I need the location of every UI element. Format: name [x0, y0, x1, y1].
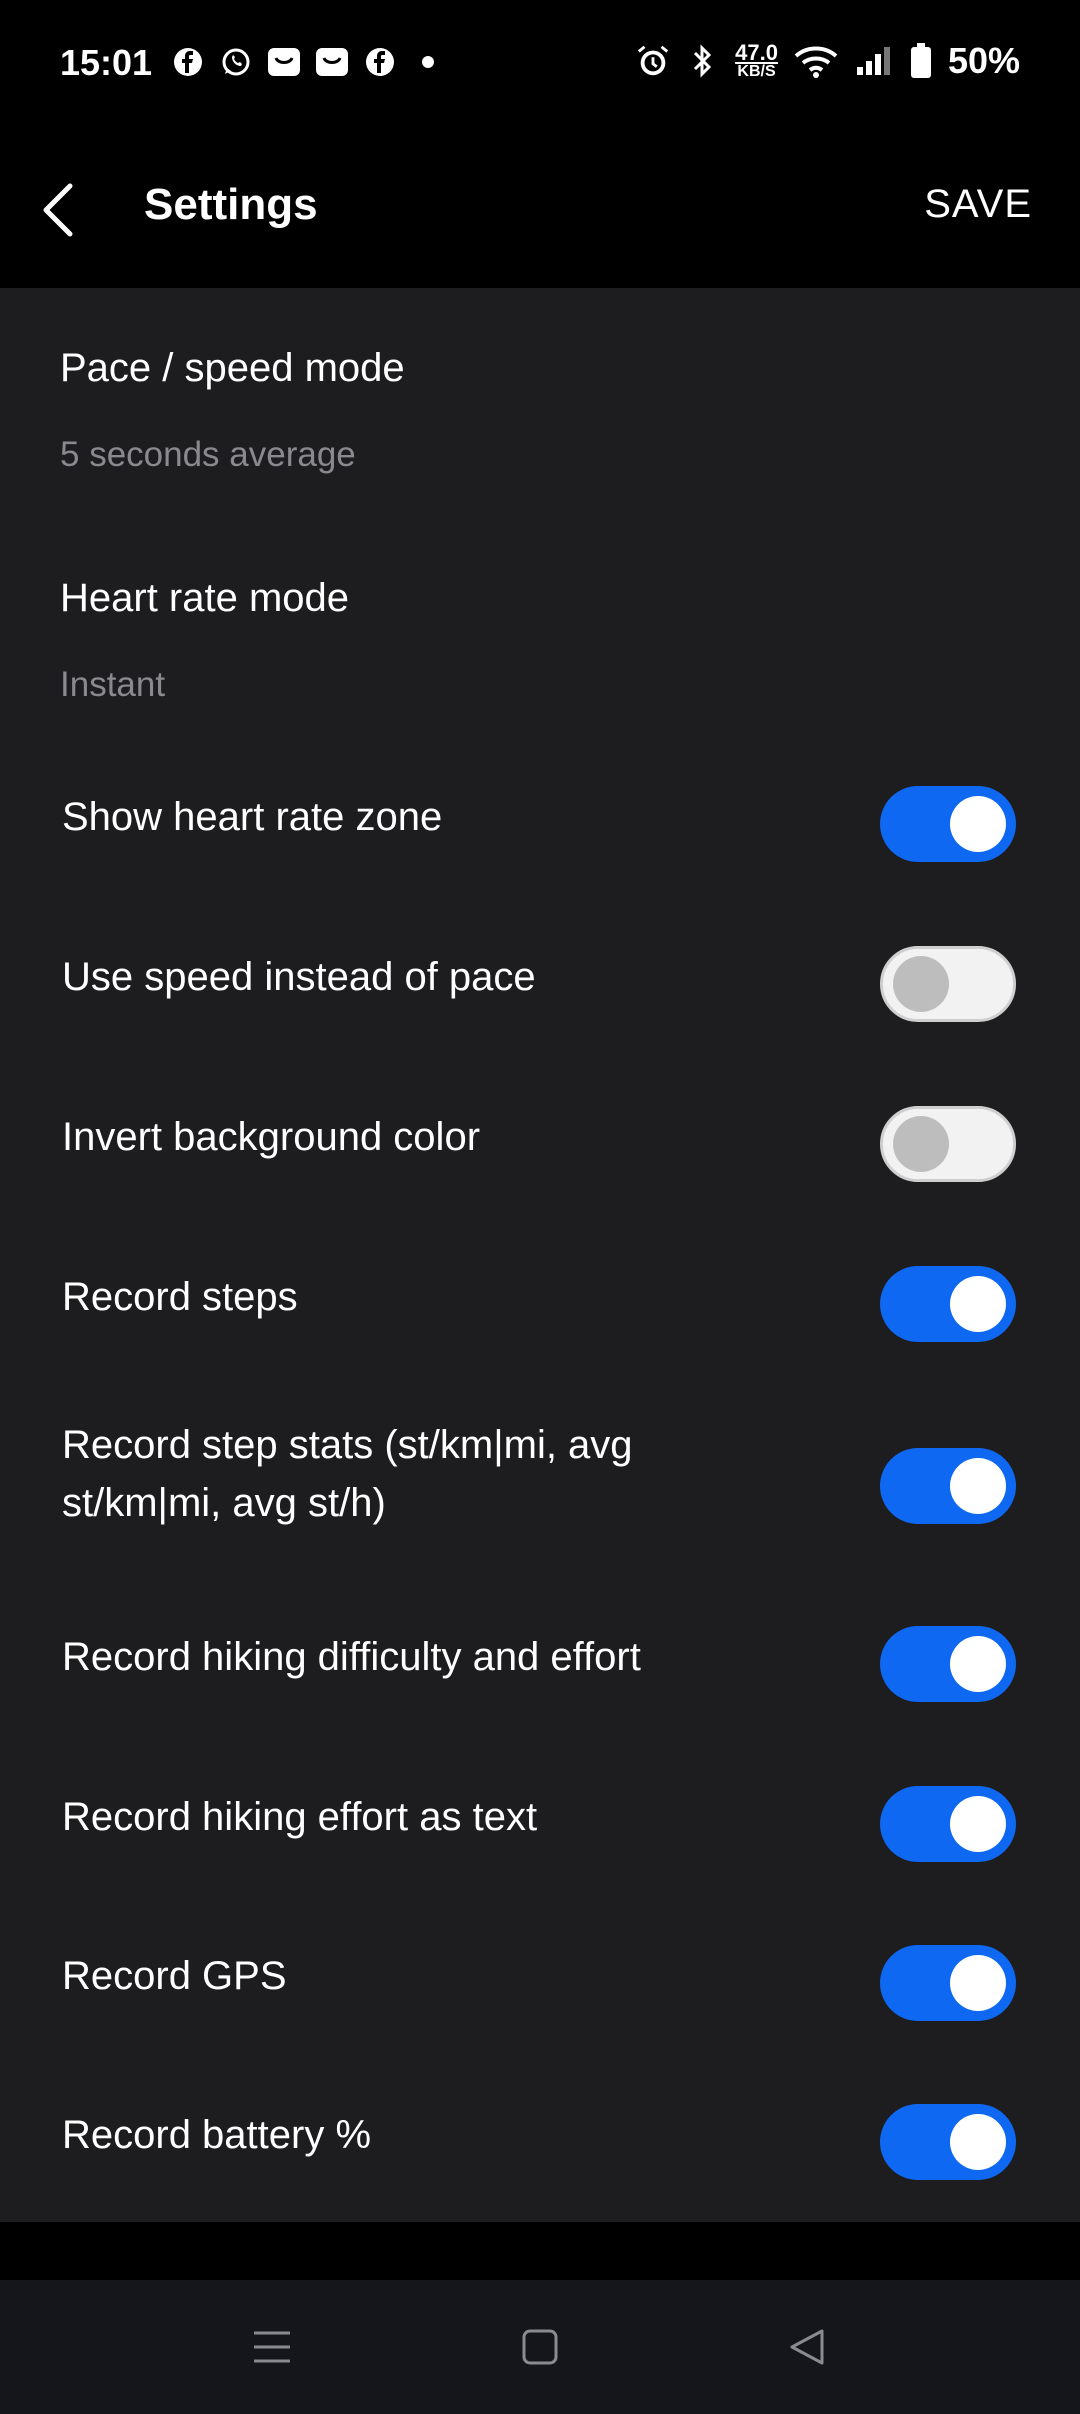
page-title: Settings [144, 180, 318, 229]
triangle-back-icon [790, 2329, 824, 2365]
pref-pace-speed-mode[interactable]: Pace / speed mode 5 seconds average [60, 346, 840, 475]
signal-icon [854, 43, 894, 79]
notification-icons [170, 44, 446, 80]
wifi-icon [792, 43, 840, 79]
alarm-icon [635, 43, 671, 79]
pref-heart-rate-mode[interactable]: Heart rate mode Instant [60, 576, 840, 705]
dot-icon [410, 44, 446, 80]
switch-label: Record hiking difficulty and effort [62, 1635, 641, 1679]
status-time: 15:01 [60, 42, 153, 83]
app-icon [266, 44, 302, 80]
toggle-switch[interactable] [880, 786, 1016, 862]
switch-label: Record hiking effort as text [62, 1795, 538, 1839]
switch-label: Record steps [62, 1275, 298, 1319]
home-button[interactable] [500, 2310, 580, 2384]
switch-knob [950, 1458, 1006, 1514]
pref-summary: Instant [60, 665, 166, 704]
switch-knob [950, 1276, 1006, 1332]
toggle-switch[interactable] [880, 1266, 1016, 1342]
switch-knob [950, 1955, 1006, 2011]
bluetooth-icon [685, 43, 721, 79]
toggle-switch[interactable] [880, 1626, 1016, 1702]
square-icon [522, 2329, 558, 2365]
save-button[interactable]: SAVE [924, 182, 1032, 227]
switch-label: Record battery % [62, 2113, 372, 2157]
settings-list: Pace / speed mode 5 seconds average Hear… [0, 288, 1080, 2222]
toggle-switch[interactable] [880, 1786, 1016, 1862]
app-bar: Settings SAVE [0, 130, 1080, 288]
whatsapp-icon [218, 44, 254, 80]
system-nav-bar [0, 2280, 1080, 2414]
switch-label: Show heart rate zone [62, 795, 443, 839]
app-icon [314, 44, 350, 80]
switch-label: Record GPS [62, 1954, 287, 1998]
toggle-switch[interactable] [880, 1106, 1016, 1182]
system-icons: 47.0 KB/S 50% [635, 40, 1020, 82]
back-arrow-icon [43, 183, 73, 237]
menu-icon [254, 2331, 290, 2363]
pref-summary: 5 seconds average [60, 435, 356, 474]
switch-label: Invert background color [62, 1115, 481, 1159]
pref-title: Pace / speed mode [60, 346, 405, 390]
switch-knob [950, 1796, 1006, 1852]
battery-percent: 50% [947, 40, 1020, 81]
switch-knob [893, 956, 949, 1012]
pref-title: Heart rate mode [60, 576, 350, 620]
facebook-icon [170, 44, 206, 80]
switch-knob [893, 1116, 949, 1172]
toggle-switch[interactable] [880, 946, 1016, 1022]
switch-knob [950, 2114, 1006, 2170]
switch-knob [950, 796, 1006, 852]
facebook-icon [362, 44, 398, 80]
battery-icon [908, 43, 934, 79]
switch-knob [950, 1636, 1006, 1692]
toggle-switch[interactable] [880, 2104, 1016, 2180]
recents-button[interactable] [232, 2310, 312, 2384]
network-speed: 47.0 KB/S [735, 42, 778, 80]
switch-label: Record step stats (st/km|mi, avg st/km|m… [62, 1423, 633, 1525]
back-button[interactable] [26, 170, 90, 250]
switch-label: Use speed instead of pace [62, 955, 536, 999]
network-speed-value: 47.0 [735, 40, 778, 65]
toggle-switch[interactable] [880, 1448, 1016, 1524]
status-bar: 15:01 47.0 KB/S 50% [0, 0, 1080, 130]
toggle-switch[interactable] [880, 1945, 1016, 2021]
network-speed-unit: KB/S [737, 63, 776, 80]
back-nav-button[interactable] [766, 2310, 846, 2384]
